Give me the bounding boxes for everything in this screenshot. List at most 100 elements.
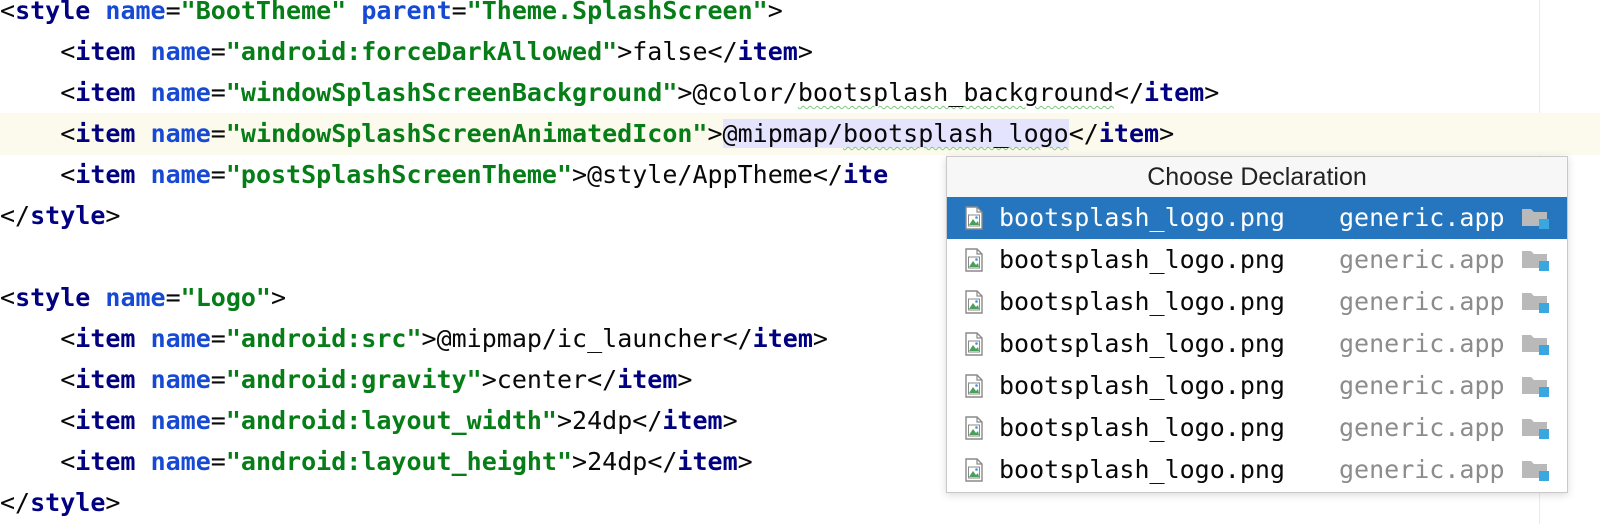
declaration-file-name: bootsplash_logo.png — [999, 371, 1285, 400]
code-line[interactable]: <item name="android:layout_height">24dp<… — [0, 441, 752, 483]
xml-value: "android:layout_height" — [225, 447, 573, 476]
xml-bracket: > — [1159, 119, 1175, 148]
declaration-file-name: bootsplash_logo.png — [999, 455, 1285, 484]
image-file-icon — [965, 374, 983, 398]
xml-bracket: > — [797, 37, 813, 66]
xml-tag: item — [1098, 119, 1160, 148]
declaration-module-name: generic.app — [1339, 371, 1505, 400]
xml-bracket: < — [60, 365, 76, 394]
xml-text: @color/ — [692, 78, 798, 107]
xml-tag: item — [75, 447, 136, 476]
xml-tag: item — [737, 37, 798, 66]
xml-attribute: name — [150, 365, 211, 394]
xml-text: center — [496, 365, 588, 394]
declaration-file-name: bootsplash_logo.png — [999, 287, 1285, 316]
choose-declaration-popup[interactable]: Choose Declaration bootsplash_logo.png g… — [946, 156, 1568, 493]
declaration-module-name: generic.app — [1339, 287, 1505, 316]
xml-bracket: > — [421, 324, 437, 353]
xml-tag: style — [30, 488, 106, 517]
xml-bracket: > — [707, 119, 723, 148]
xml-bracket: < — [60, 406, 76, 435]
module-folder-icon — [1522, 377, 1549, 397]
xml-tag: item — [1144, 78, 1205, 107]
declaration-item[interactable]: bootsplash_logo.png generic.app — [947, 449, 1567, 491]
module-folder-icon — [1522, 209, 1549, 229]
resource-reference[interactable]: bootsplash_background — [798, 78, 1114, 107]
xml-tag: item — [75, 160, 136, 189]
code-editor[interactable]: <style name="BootTheme" parent="Theme.Sp… — [0, 0, 1600, 524]
xml-value: "android:layout_width" — [225, 406, 557, 435]
code-line[interactable]: <item name="android:src">@mipmap/ic_laun… — [0, 318, 828, 360]
declaration-module-name: generic.app — [1339, 203, 1505, 232]
xml-bracket: </ — [1113, 78, 1144, 107]
xml-equals: = — [165, 0, 181, 25]
xml-attribute: parent — [361, 0, 452, 25]
code-line[interactable]: <item name="android:gravity">center</ite… — [0, 359, 692, 401]
code-line[interactable]: <item name="android:layout_width">24dp</… — [0, 400, 738, 442]
xml-tag: item — [662, 406, 723, 435]
xml-bracket: < — [60, 447, 76, 476]
xml-tag: item — [75, 406, 136, 435]
code-line[interactable]: <style name="BootTheme" parent="Theme.Sp… — [0, 0, 783, 32]
code-line[interactable]: <style name="Logo"> — [0, 277, 286, 319]
xml-bracket: </ — [587, 365, 618, 394]
xml-text: @style/AppTheme — [587, 160, 813, 189]
code-line[interactable]: </style> — [0, 482, 120, 524]
xml-bracket: > — [722, 406, 738, 435]
declaration-item[interactable]: bootsplash_logo.png generic.app — [947, 239, 1567, 281]
declaration-module-name: generic.app — [1339, 245, 1505, 274]
declaration-item[interactable]: bootsplash_logo.png generic.app — [947, 407, 1567, 449]
xml-bracket: > — [812, 324, 828, 353]
current-code-line[interactable]: <item name="windowSplashScreenAnimatedIc… — [0, 113, 1600, 155]
xml-bracket: > — [767, 0, 783, 25]
code-line[interactable]: <item name="windowSplashScreenBackground… — [0, 72, 1219, 114]
xml-bracket: < — [60, 119, 76, 148]
declaration-item[interactable]: bootsplash_logo.png generic.app — [947, 323, 1567, 365]
declaration-item[interactable]: bootsplash_logo.png generic.app — [947, 281, 1567, 323]
image-file-icon — [965, 248, 983, 272]
xml-attribute: name — [150, 37, 211, 66]
xml-tag: style — [15, 283, 91, 312]
declaration-file-name: bootsplash_logo.png — [999, 413, 1285, 442]
code-line[interactable]: <item name="android:forceDarkAllowed">fa… — [0, 31, 813, 73]
xml-bracket: </ — [632, 406, 663, 435]
xml-attribute: name — [150, 78, 211, 107]
xml-bracket: > — [105, 201, 121, 230]
module-folder-icon — [1522, 293, 1549, 313]
xml-bracket: < — [60, 37, 76, 66]
declaration-file-name: bootsplash_logo.png — [999, 329, 1285, 358]
declaration-item[interactable]: bootsplash_logo.png generic.app — [947, 365, 1567, 407]
declaration-file-name: bootsplash_logo.png — [999, 245, 1285, 274]
resource-reference[interactable]: bootsplash_logo — [842, 119, 1069, 148]
xml-value: "BootTheme" — [180, 0, 347, 25]
declaration-file-name: bootsplash_logo.png — [999, 203, 1285, 232]
xml-bracket: </ — [722, 324, 753, 353]
xml-bracket: </ — [707, 37, 738, 66]
xml-tag: item — [752, 324, 813, 353]
code-line[interactable]: <item name="postSplashScreenTheme">@styl… — [0, 154, 888, 196]
xml-attribute: name — [150, 406, 211, 435]
xml-equals: = — [210, 119, 226, 148]
xml-attribute: name — [105, 283, 166, 312]
xml-tag: item — [75, 78, 136, 107]
xml-attribute: name — [105, 0, 166, 25]
image-file-icon — [965, 416, 983, 440]
xml-tag: style — [15, 0, 91, 25]
xml-value: "android:src" — [225, 324, 422, 353]
module-folder-icon — [1522, 335, 1549, 355]
xml-equals: = — [210, 447, 226, 476]
xml-text: @mipmap/ — [722, 119, 843, 148]
xml-text: 24dp — [572, 406, 633, 435]
xml-bracket: > — [481, 365, 497, 394]
xml-text: false — [632, 37, 708, 66]
xml-tag: item — [75, 119, 136, 148]
declaration-item-selected[interactable]: bootsplash_logo.png generic.app — [947, 197, 1567, 239]
xml-bracket: </ — [0, 488, 31, 517]
declaration-list[interactable]: bootsplash_logo.png generic.app bootspla… — [947, 197, 1567, 491]
declaration-module-name: generic.app — [1339, 329, 1505, 358]
code-line[interactable]: </style> — [0, 195, 120, 237]
